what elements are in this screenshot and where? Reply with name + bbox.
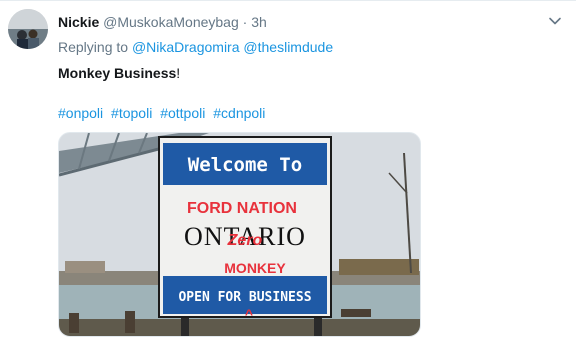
display-name[interactable]: Nickie: [58, 14, 99, 30]
graffiti-scribble: Zero: [227, 232, 263, 249]
ground: [59, 319, 420, 336]
mention-link[interactable]: @theslimdude: [243, 39, 333, 55]
graffiti-caret: ^: [245, 306, 253, 322]
hashtag-link[interactable]: #cdnpoli: [213, 105, 265, 121]
divider: [0, 0, 576, 1]
sign-top-text: Welcome To: [188, 154, 302, 176]
hashtag-link[interactable]: #topoli: [111, 105, 152, 121]
hashtag-link[interactable]: #onpoli: [58, 105, 103, 121]
tweet: Nickie @MuskokaMoneybag · 3h Replying to…: [0, 0, 576, 347]
separator: ·: [242, 14, 248, 30]
tweet-text-bold: Monkey Business: [58, 65, 177, 81]
mention-link[interactable]: @NikaDragomira: [132, 39, 240, 55]
replying-to: Replying to @NikaDragomira @theslimdude: [58, 38, 333, 57]
tweet-text-rest: !: [176, 65, 181, 81]
avatar-photo: [8, 9, 48, 49]
sign-photo: Welcome To FORD NATION ONTARIO Zero MONK…: [59, 133, 420, 336]
graffiti-top: FORD NATION: [187, 200, 297, 217]
chevron-down-icon[interactable]: [548, 14, 562, 28]
graffiti-word: MONKEY: [224, 260, 286, 276]
user-handle[interactable]: @MuskokaMoneybag: [103, 14, 239, 30]
hashtags: #onpoli #topoli #ottpoli #cdnpoli: [58, 104, 269, 123]
avatar[interactable]: [8, 9, 48, 49]
tweet-text: Monkey Business!: [58, 64, 180, 83]
sign-bottom-text: OPEN FOR BUSINESS: [178, 290, 311, 305]
tweet-photo[interactable]: Welcome To FORD NATION ONTARIO Zero MONK…: [58, 132, 421, 337]
replying-label: Replying to: [58, 39, 129, 55]
tweet-header: Nickie @MuskokaMoneybag · 3h: [58, 13, 267, 32]
hashtag-link[interactable]: #ottpoli: [160, 105, 205, 121]
timestamp[interactable]: 3h: [251, 14, 267, 30]
